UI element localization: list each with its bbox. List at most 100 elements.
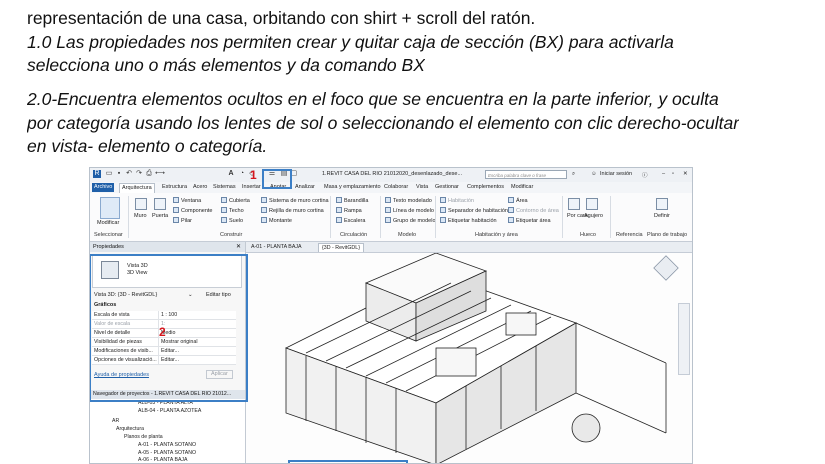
browser-item[interactable]: AR: [112, 418, 119, 425]
area-button[interactable]: Área: [508, 197, 528, 205]
browser-item[interactable]: Arquitectura: [116, 426, 144, 433]
by-face-icon[interactable]: [568, 198, 580, 210]
modify-button[interactable]: [100, 197, 120, 219]
model-group-button[interactable]: Grupo de modelo: [385, 217, 436, 225]
shaft-icon[interactable]: [586, 198, 598, 210]
close-icon[interactable]: ✕: [236, 242, 241, 252]
highlight-properties-button: [262, 169, 292, 189]
tab-modificar[interactable]: Modificar: [509, 183, 535, 192]
window-title: 1.REVIT CASA DEL RIO 21012020_desenlazad…: [322, 171, 463, 177]
properties-title: Propiedades: [90, 242, 245, 252]
save-icon[interactable]: ▪: [115, 170, 123, 178]
browser-item[interactable]: A-01 - PLANTA SOTANO: [138, 442, 196, 449]
sign-in-link[interactable]: Iniciar sesión: [600, 171, 632, 177]
text-icon[interactable]: A: [227, 170, 235, 178]
curtain-grid-button[interactable]: Rejilla de muro cortina: [261, 207, 324, 215]
floor-button[interactable]: Suelo: [221, 217, 243, 225]
group-referencia: Referencia: [616, 232, 643, 238]
ribbon-separator: [610, 196, 611, 238]
tab-arquitectura[interactable]: Arquitectura: [119, 183, 155, 193]
highlight-properties-panel: [90, 254, 248, 402]
browser-item[interactable]: Planos de planta: [124, 434, 163, 441]
tab-insertar[interactable]: Insertar: [240, 183, 263, 192]
house-3d-model: [284, 253, 667, 463]
ribbon-separator: [330, 196, 331, 238]
default-3d-icon[interactable]: ◔: [238, 170, 246, 178]
door-icon[interactable]: [154, 198, 166, 210]
ribbon-separator: [562, 196, 563, 238]
browser-item[interactable]: A-06 - PLANTA BAJA: [138, 457, 188, 463]
user-icon[interactable]: ☺: [591, 171, 597, 177]
open-icon[interactable]: ▭: [105, 170, 113, 178]
modify-label: Modificar: [97, 220, 120, 226]
tab-analizar[interactable]: Analizar: [293, 183, 317, 192]
annotation-marker-2: 2: [159, 325, 166, 339]
roof-button[interactable]: Cubierta: [221, 197, 250, 205]
ribbon-separator: [128, 196, 129, 238]
tab-archivo[interactable]: Archivo: [92, 183, 115, 192]
search-binoculars-icon[interactable]: ⌕: [572, 171, 575, 178]
ribbon-panel: Modificar Seleccionar Muro Puerta Ventan…: [90, 193, 692, 242]
doc-paragraph-2-line-1: 2.0-Encuentra elementos ocultos en el fo…: [27, 89, 719, 109]
tab-colaborar[interactable]: Colaborar: [382, 183, 410, 192]
group-hueco: Hueco: [580, 232, 596, 238]
undo-icon[interactable]: ↶: [125, 170, 133, 178]
tab-complementos[interactable]: Complementos: [465, 183, 506, 192]
area-boundary-button[interactable]: Contorno de área: [508, 207, 559, 215]
tab-acero[interactable]: Acero: [191, 183, 209, 192]
3d-viewport[interactable]: [246, 253, 692, 463]
curtain-system-button[interactable]: Sistema de muro cortina: [261, 197, 329, 205]
tab-sistemas[interactable]: Sistemas: [211, 183, 238, 192]
stair-button[interactable]: Escalera: [336, 217, 365, 225]
tab-masa-emplazamiento[interactable]: Masa y emplazamiento: [322, 183, 383, 192]
tab-gestionar[interactable]: Gestionar: [433, 183, 461, 192]
help-icon[interactable]: ⓘ: [642, 171, 648, 179]
component-button[interactable]: Componente: [173, 207, 213, 215]
doc-paragraph-2-line-2: por categoría usando los lentes de sol o…: [27, 113, 740, 133]
search-input[interactable]: Escriba palabra clave o frase: [485, 170, 567, 179]
minimize-icon[interactable]: –: [662, 171, 665, 177]
group-habitacion-area: Habitación y área: [475, 232, 518, 238]
tag-room-button[interactable]: Etiquetar habitación: [440, 217, 497, 225]
set-workplane-icon[interactable]: [656, 198, 668, 210]
navigation-bar[interactable]: [678, 303, 690, 375]
shaft-label[interactable]: Agujero: [584, 213, 603, 220]
wall-icon[interactable]: [135, 198, 147, 210]
door-button-label[interactable]: Puerta: [152, 213, 168, 220]
group-circulacion: Circulación: [340, 232, 368, 238]
set-label[interactable]: Definir: [654, 213, 670, 220]
restore-icon[interactable]: ▫: [672, 171, 674, 177]
tag-area-button[interactable]: Etiquetar área: [508, 217, 551, 225]
close-icon[interactable]: ✕: [683, 171, 688, 177]
ceiling-button[interactable]: Techo: [221, 207, 244, 215]
railing-button[interactable]: Barandilla: [336, 197, 368, 205]
doc-paragraph-2-line-3: en vista- elemento o categoría.: [27, 136, 268, 156]
revit-logo-icon[interactable]: R: [93, 170, 101, 178]
view-tab-planta-baja[interactable]: A-01 - PLANTA BAJA: [248, 243, 305, 251]
model-text-button[interactable]: Texto modelado: [385, 197, 432, 205]
print-icon[interactable]: ⎙: [145, 170, 153, 178]
doc-line-top: representación de una casa, orbitando co…: [27, 8, 536, 28]
ramp-button[interactable]: Rampa: [336, 207, 362, 215]
column-button[interactable]: Pilar: [173, 217, 192, 225]
room-separator-button[interactable]: Separador de habitación: [440, 207, 508, 215]
group-construir: Construir: [220, 232, 243, 238]
browser-item[interactable]: A-05 - PLANTA SOTANO: [138, 450, 196, 457]
highlight-bottom-bar: [288, 460, 408, 463]
wall-button-label[interactable]: Muro: [134, 213, 147, 220]
tab-estructura[interactable]: Estructura: [160, 183, 189, 192]
measure-icon[interactable]: ⟷: [155, 170, 165, 178]
select-dropdown[interactable]: Seleccionar: [94, 232, 123, 238]
tab-vista[interactable]: Vista: [414, 183, 430, 192]
room-button[interactable]: Habitación: [440, 197, 474, 205]
browser-item[interactable]: ALB-04 - PLANTA AZOTEA: [138, 408, 201, 415]
redo-icon[interactable]: ↷: [135, 170, 143, 178]
model-line-button[interactable]: Línea de modelo: [385, 207, 434, 215]
ribbon-separator: [435, 196, 436, 238]
revit-screenshot: R ▭ ▪ ↶ ↷ ⎙ ⟷ A ◔ ◇ ☰ ▤ ▢ 1.REVIT CASA D…: [89, 167, 693, 464]
group-modelo: Modelo: [398, 232, 417, 238]
view-tab-3d[interactable]: {3D - RevitGDL}: [318, 243, 364, 252]
doc-paragraph-1-line-2: selecciona uno o más elementos y da coma…: [27, 55, 425, 75]
window-button[interactable]: Ventana: [173, 197, 201, 205]
mullion-button[interactable]: Montante: [261, 217, 292, 225]
